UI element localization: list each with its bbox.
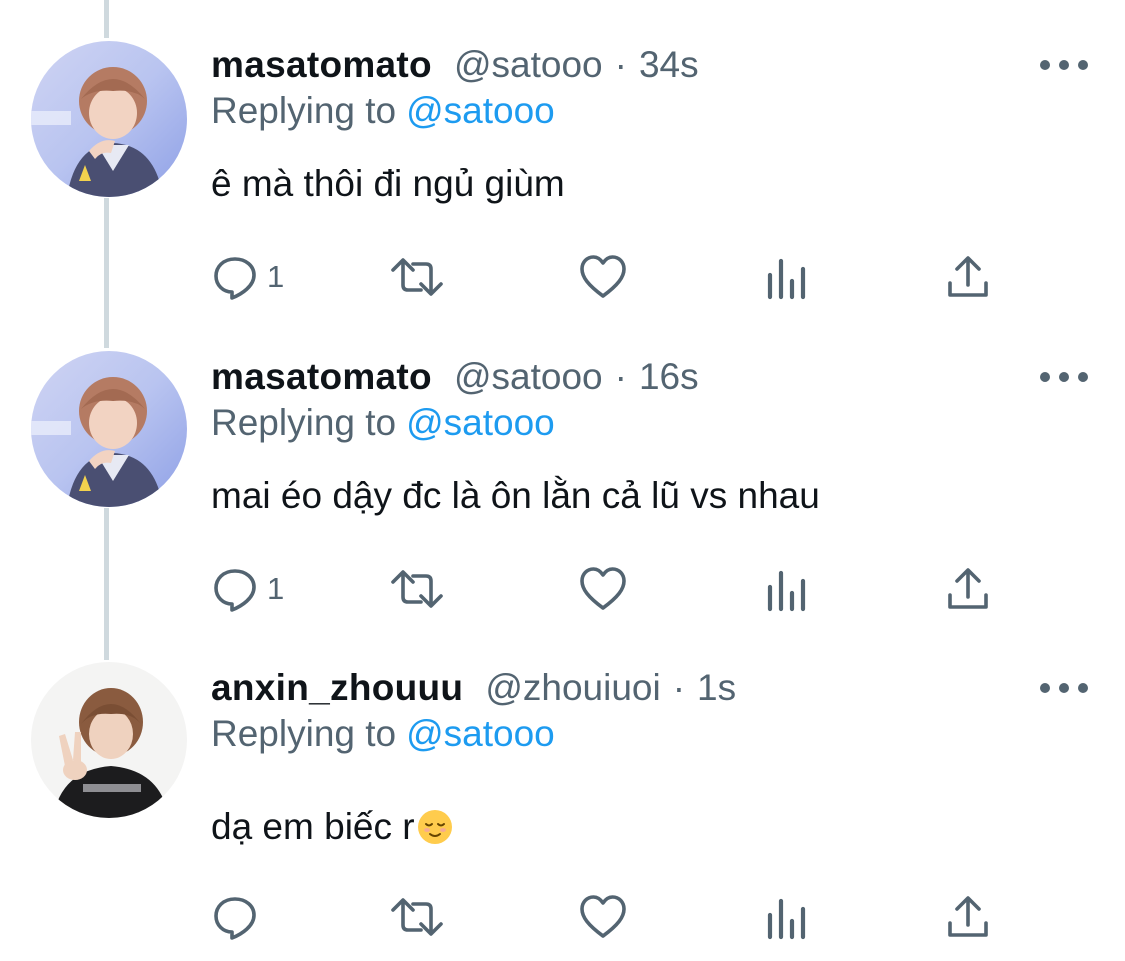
retweet-button[interactable] — [389, 887, 445, 947]
reply-icon — [214, 257, 256, 300]
profile-photo — [31, 351, 187, 507]
like-button[interactable] — [578, 247, 628, 307]
reply-button[interactable]: 1 — [211, 247, 284, 307]
analytics-button[interactable] — [765, 559, 809, 619]
reply-count: 1 — [267, 571, 285, 606]
user-handle[interactable]: @satooo — [454, 44, 603, 86]
separator-dot: · — [614, 44, 627, 85]
display-name[interactable]: anxin_zhouuu — [211, 667, 463, 709]
avatar[interactable] — [31, 351, 187, 507]
reply-icon — [214, 897, 256, 940]
like-heart-icon — [580, 567, 626, 610]
user-handle[interactable]: @zhouiuoi — [485, 667, 660, 709]
separator-dot: · — [672, 667, 686, 708]
mention-link[interactable]: @satooo — [406, 90, 555, 131]
avatar[interactable] — [31, 662, 187, 818]
separator-dot: · — [614, 356, 627, 397]
avatar[interactable] — [31, 41, 187, 197]
display-name[interactable]: masatomato — [211, 44, 432, 86]
reply-icon — [214, 569, 256, 612]
share-button[interactable] — [944, 247, 992, 307]
share-icon — [948, 896, 988, 937]
tweet-text: dạ em biếc r — [211, 806, 415, 847]
tweet-header: masatomato @satooo · 16s — [211, 347, 699, 407]
share-button[interactable] — [944, 559, 992, 619]
analytics-icon — [767, 258, 806, 300]
action-bar — [211, 887, 1011, 947]
like-button[interactable] — [578, 559, 628, 619]
replying-to: Replying to @satooo — [211, 713, 555, 755]
like-heart-icon — [580, 255, 626, 298]
tweet-text: mai éo dậy đc là ôn lằn cả lũ vs nhau — [211, 475, 820, 516]
analytics-button[interactable] — [765, 887, 809, 947]
more-options-icon[interactable] — [1040, 676, 1088, 700]
replying-prefix: Replying to — [211, 402, 397, 443]
like-button[interactable] — [578, 887, 628, 947]
tweet-header: anxin_zhouuu @zhouiuoi · 1s — [211, 658, 736, 718]
reply-count: 1 — [267, 259, 285, 294]
profile-photo — [31, 662, 187, 818]
mention-link[interactable]: @satooo — [406, 713, 555, 754]
replying-to: Replying to @satooo — [211, 90, 555, 132]
timestamp[interactable]: 34s — [639, 44, 699, 86]
replying-to: Replying to @satooo — [211, 402, 555, 444]
like-heart-icon — [580, 895, 626, 938]
analytics-button[interactable] — [765, 247, 809, 307]
tweet[interactable]: masatomato @satooo · 34s Replying to @sat… — [0, 35, 1125, 335]
share-button[interactable] — [944, 887, 992, 947]
analytics-icon — [767, 898, 806, 940]
timestamp[interactable]: 1s — [697, 667, 736, 709]
user-handle[interactable]: @satooo — [454, 356, 603, 398]
retweet-icon — [391, 258, 443, 296]
analytics-icon — [767, 570, 806, 612]
tweet[interactable]: anxin_zhouuu @zhouiuoi · 1s Replying to @… — [0, 658, 1125, 958]
tweet-text: ê mà thôi đi ngủ giùm — [211, 163, 565, 204]
tweet[interactable]: masatomato @satooo · 16s Replying to @sat… — [0, 347, 1125, 647]
retweet-icon — [391, 898, 443, 936]
display-name[interactable]: masatomato — [211, 356, 432, 398]
reply-button[interactable]: 1 — [211, 559, 284, 619]
retweet-button[interactable] — [389, 559, 445, 619]
thread-line-top — [104, 0, 109, 38]
retweet-icon — [391, 570, 443, 608]
more-options-icon[interactable] — [1040, 53, 1088, 77]
more-options-icon[interactable] — [1040, 365, 1088, 389]
action-bar: 1 — [211, 559, 1011, 619]
action-bar: 1 — [211, 247, 1011, 307]
share-icon — [948, 568, 988, 609]
timestamp[interactable]: 16s — [639, 356, 699, 398]
relieved-face-emoji — [417, 810, 452, 844]
tweet-header: masatomato @satooo · 34s — [211, 35, 699, 95]
share-icon — [948, 256, 988, 297]
reply-button[interactable] — [211, 887, 267, 947]
profile-photo — [31, 41, 187, 197]
mention-link[interactable]: @satooo — [406, 402, 555, 443]
retweet-button[interactable] — [389, 247, 445, 307]
tweet-text-container: dạ em biếc r — [211, 806, 453, 848]
replying-prefix: Replying to — [211, 90, 397, 131]
replying-prefix: Replying to — [211, 713, 397, 754]
